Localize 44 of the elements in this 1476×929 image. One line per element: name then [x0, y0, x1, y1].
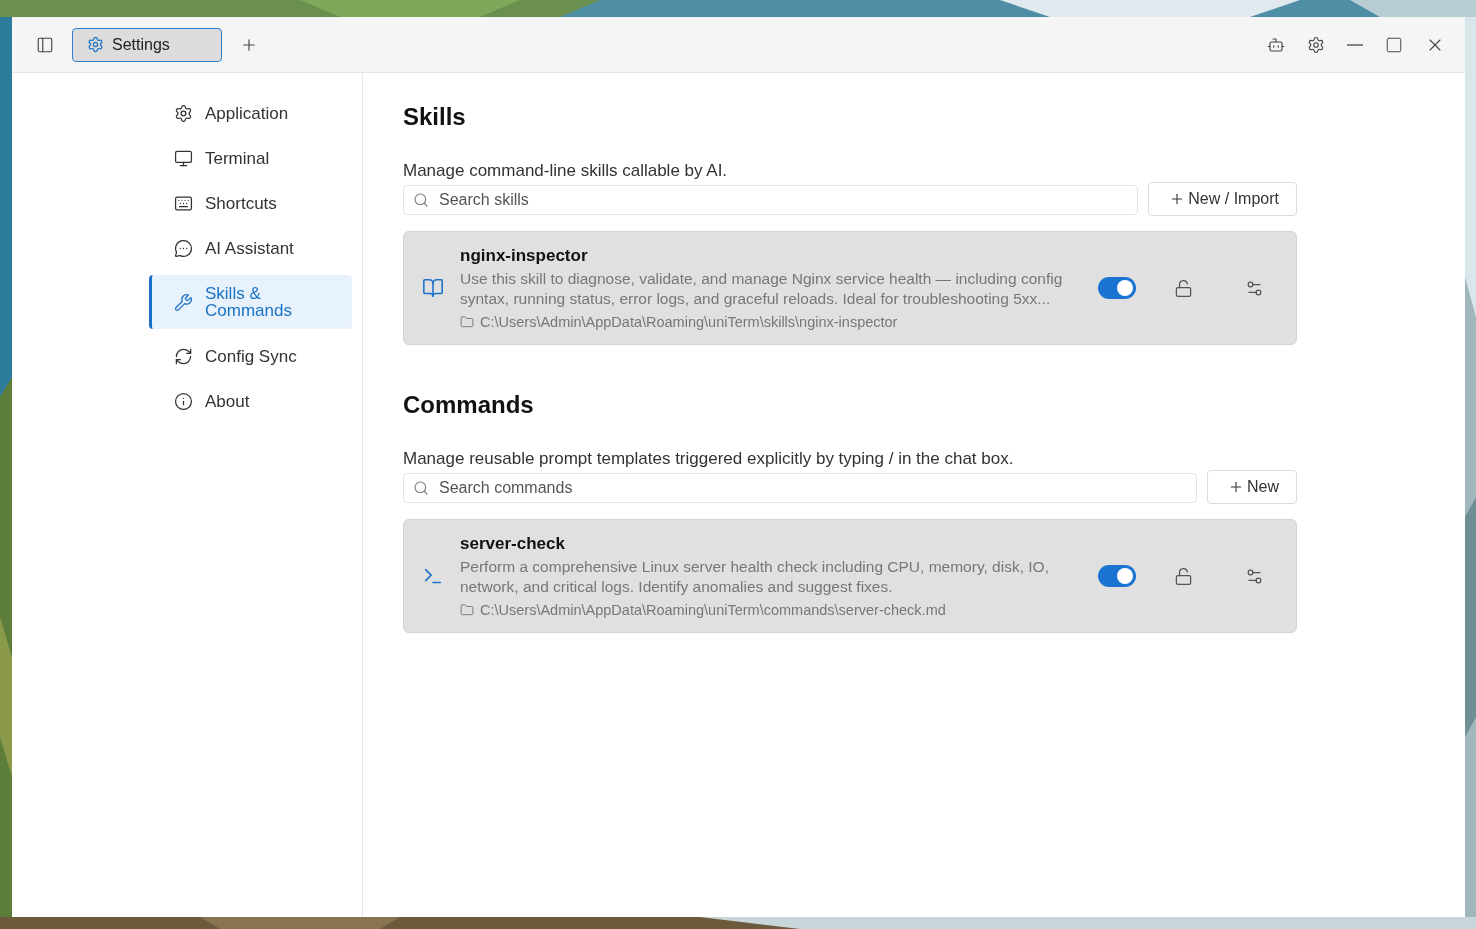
unlocked-padlock-icon: [1174, 566, 1193, 586]
item-path: C:\Users\Admin\AppData\Roaming\uniTerm\skills\nginx-inspector: [480, 314, 898, 330]
plus-icon: [1228, 479, 1244, 495]
sidebar-item[interactable]: Shortcuts: [149, 185, 352, 221]
maximize-icon: [1385, 35, 1403, 54]
info-icon: [174, 391, 193, 411]
section-description: Manage reusable prompt templates triggered explicitly by typing / in the chat box.: [403, 449, 1015, 469]
sidebar-item[interactable]: Terminal: [149, 140, 352, 176]
sidebar-item[interactable]: Application: [149, 95, 352, 131]
section-title: Skills: [403, 103, 467, 131]
settings-icon: [1307, 35, 1325, 54]
item-path: C:\Users\Admin\AppData\Roaming\uniTerm\commands\server-check.md: [480, 602, 946, 618]
sync-icon: [174, 346, 193, 366]
new-button[interactable]: New / Import: [1148, 182, 1297, 216]
enable-toggle[interactable]: [1098, 277, 1136, 299]
sidebar-item[interactable]: Config Sync: [149, 338, 352, 374]
robot-icon: [1267, 35, 1285, 54]
sidebar-item[interactable]: Skills & Commands: [149, 275, 352, 329]
search-field[interactable]: Search commands: [403, 473, 1197, 503]
unlocked-padlock-icon: [1174, 278, 1193, 298]
book-icon: [422, 277, 444, 299]
enable-toggle[interactable]: [1098, 565, 1136, 587]
settings-tab[interactable]: Settings: [72, 27, 222, 62]
search-icon: [413, 480, 429, 496]
folder-icon: [460, 603, 474, 617]
sidebar-item[interactable]: AI Assistant: [149, 230, 352, 266]
gear-icon: [174, 103, 193, 123]
section-title: Commands: [403, 391, 535, 419]
minimize-icon: [1347, 43, 1363, 46]
section-description: Manage command-line skills callable by AI.: [403, 161, 729, 181]
item-description: Use this skill to diagnose, validate, and manage Nginx service health — including config syntax, running status, error logs, and graceful reloads. Ideal for troubleshooting 5xx...: [460, 269, 1064, 309]
monitor-icon: [174, 148, 193, 168]
item-name: server-check: [460, 534, 566, 554]
panel-icon: [36, 35, 54, 54]
sidebar-item[interactable]: About: [149, 383, 352, 419]
chat-bubble-icon: [174, 238, 193, 258]
settings-icon: [87, 36, 104, 53]
new-button[interactable]: New: [1207, 470, 1297, 504]
item-name: nginx-inspector: [460, 246, 589, 266]
item-description: Perform a comprehensive Linux server health check including CPU, memory, disk, IO, network, and critical logs. Identify anomalies and suggest fixes.: [460, 557, 1050, 597]
search-field[interactable]: Search skills: [403, 185, 1139, 215]
wrench-icon: [174, 292, 193, 312]
search-icon: [413, 192, 429, 208]
folder-icon: [460, 315, 474, 329]
